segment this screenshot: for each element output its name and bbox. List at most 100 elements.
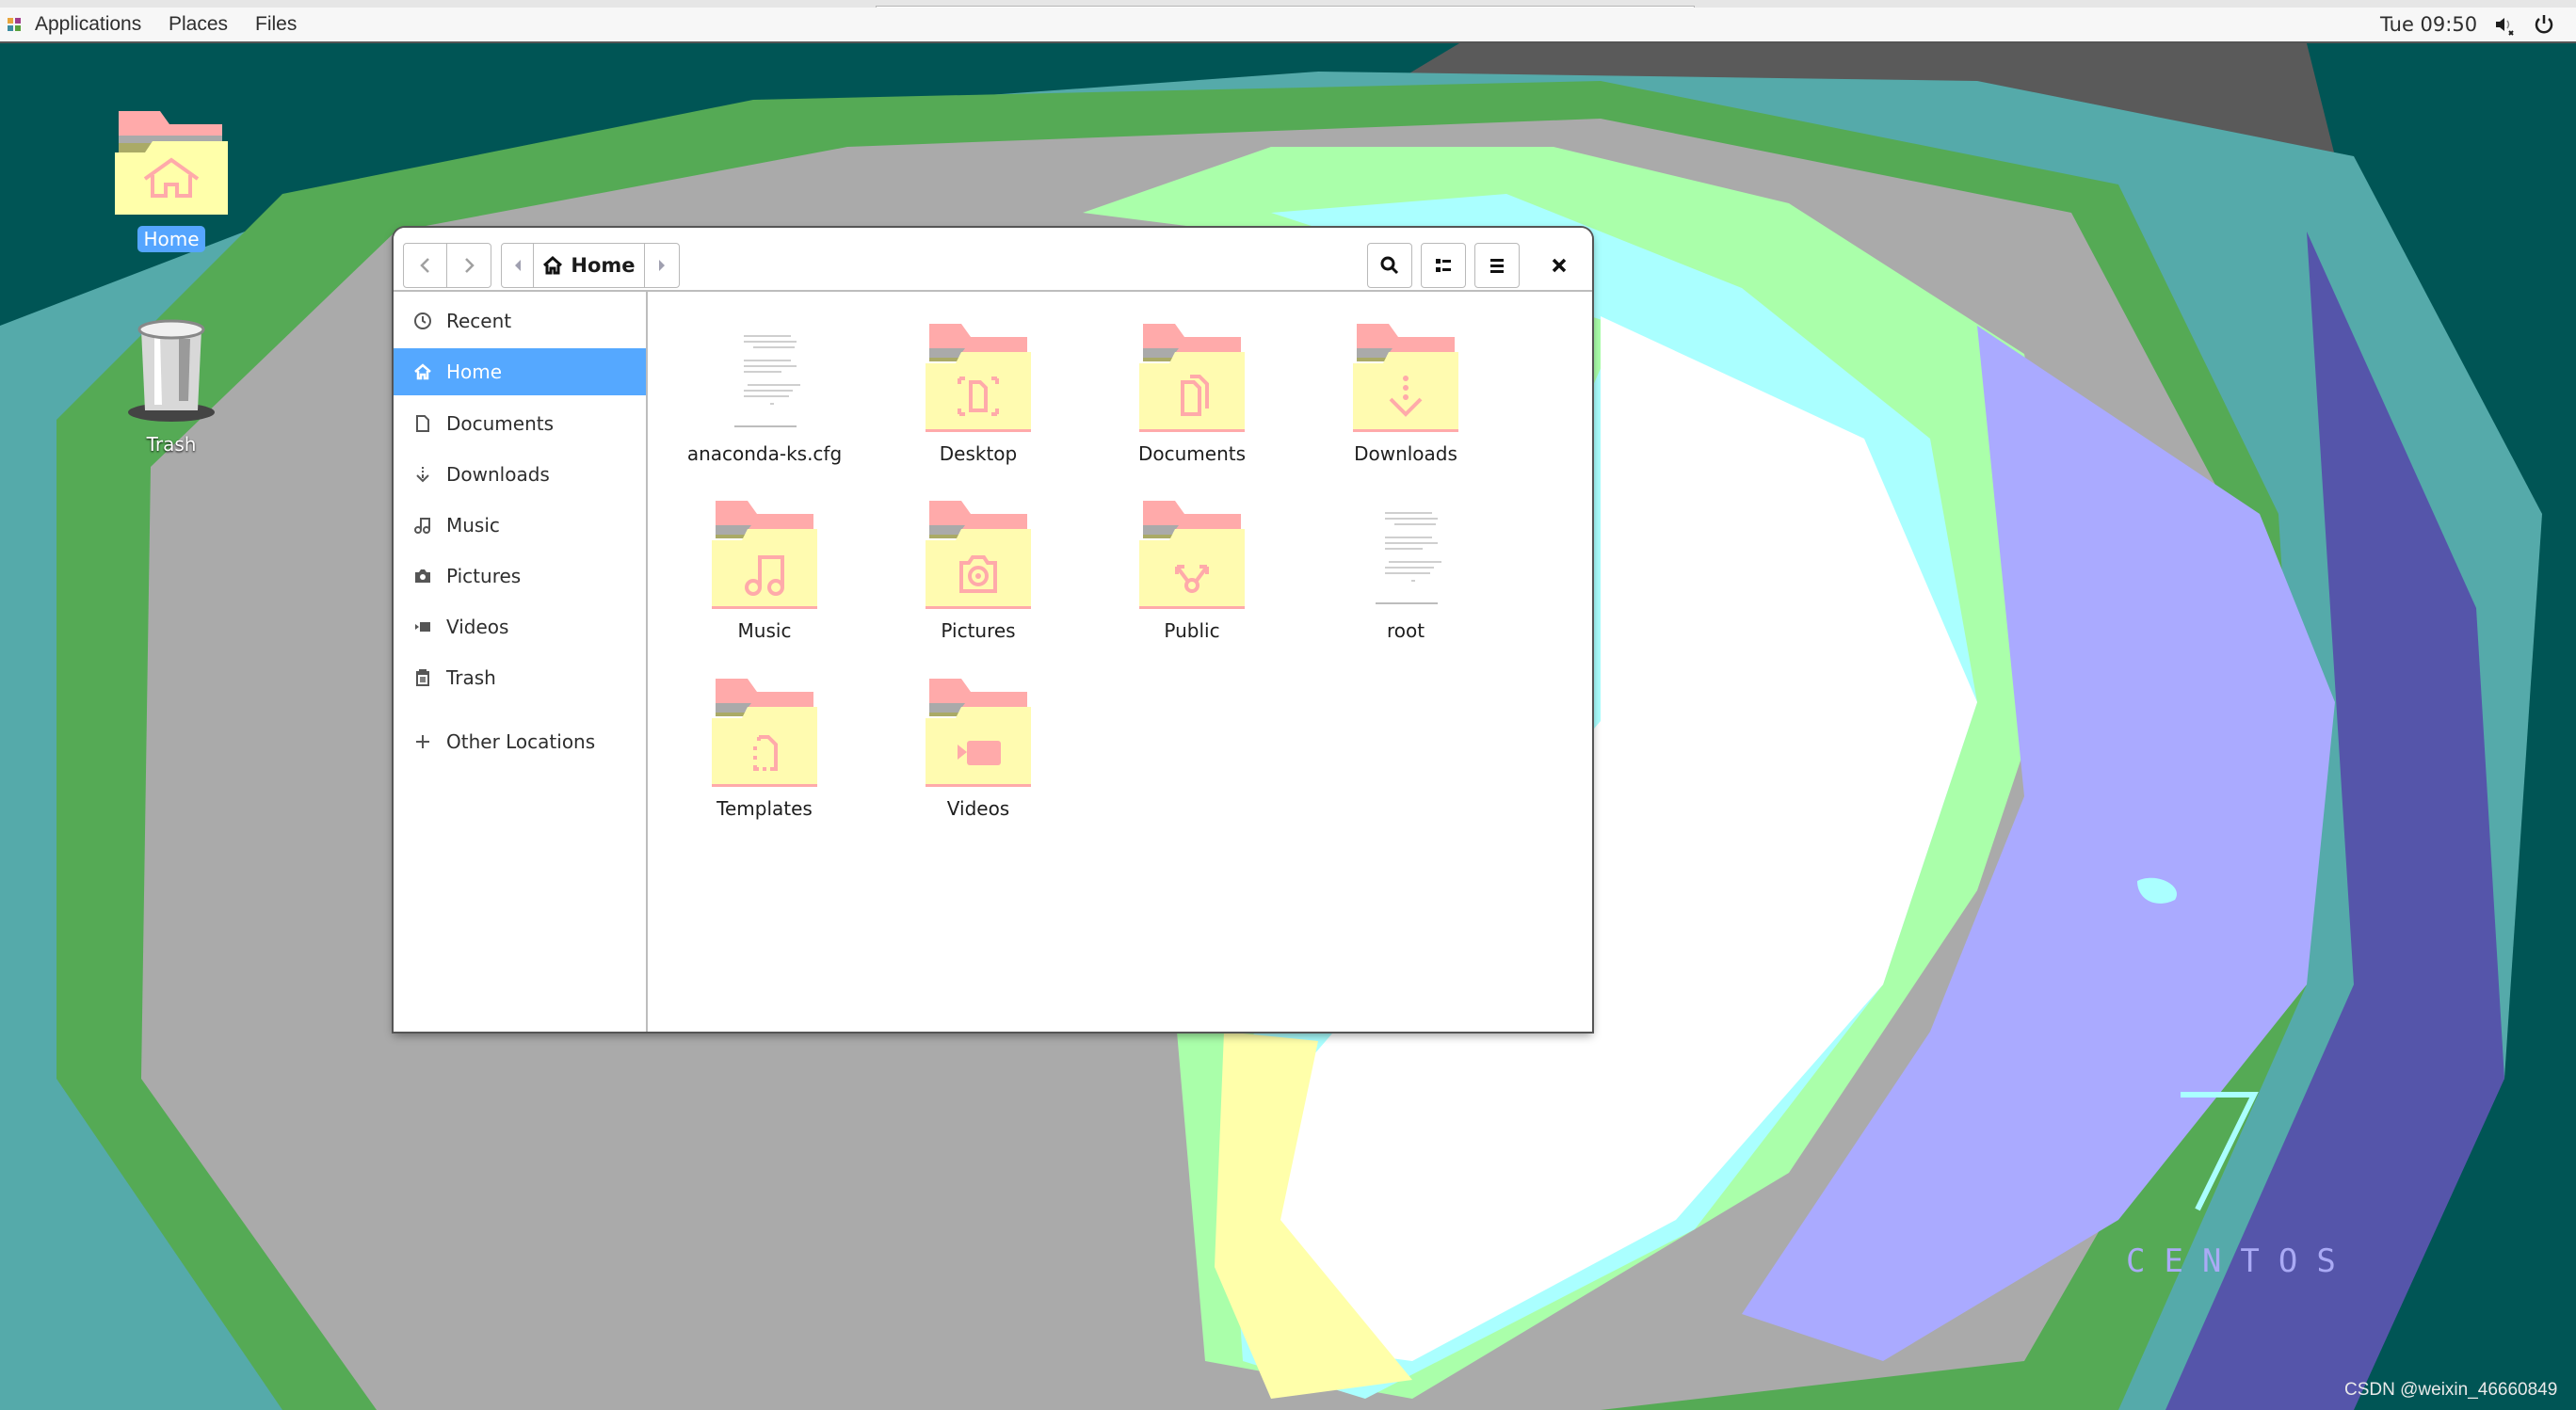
close-button[interactable] [1540, 247, 1578, 284]
desktop-icon-home[interactable]: Home [87, 105, 256, 252]
path-segment-home[interactable]: Home [534, 244, 645, 287]
file-name: anaconda-ks.cfg [686, 442, 843, 465]
sidebar-item-label: Documents [446, 412, 555, 435]
clock[interactable]: Tue 09:50 [2380, 8, 2477, 41]
power-icon[interactable] [2533, 13, 2555, 36]
sidebar-item-label: Downloads [446, 463, 550, 486]
desktop-icon-trash[interactable]: Trash [87, 311, 256, 457]
file-item-desktop[interactable]: Desktop [884, 320, 1072, 465]
header-bar: Home [394, 228, 1592, 292]
file-name: Downloads [1354, 442, 1457, 465]
documents-folder-icon [1139, 324, 1245, 432]
home-folder-icon [115, 111, 228, 215]
files-menu[interactable]: Files [255, 8, 297, 41]
chevron-right-icon [465, 258, 475, 273]
plus-icon [412, 731, 433, 752]
sidebar-item-music[interactable]: Music [394, 501, 646, 550]
sidebar-item-pictures[interactable]: Pictures [394, 552, 646, 601]
sidebar-item-recent[interactable]: Recent [394, 296, 646, 345]
file-name: Documents [1137, 442, 1247, 465]
sidebar-item-downloads[interactable]: Downloads [394, 450, 646, 499]
places-menu[interactable]: Places [169, 8, 228, 41]
trash-icon [412, 667, 433, 688]
public-folder-icon [1139, 501, 1245, 609]
chevron-left-icon [419, 258, 429, 273]
path-scroll-left-button[interactable] [502, 244, 534, 287]
camera-icon [412, 566, 433, 586]
file-name: Public [1164, 619, 1220, 642]
hamburger-menu-icon [1490, 259, 1504, 273]
videos-folder-icon [926, 679, 1031, 787]
top-panel: Applications Places Files Tue 09:50 [0, 8, 2576, 43]
file-item-public[interactable]: Public [1098, 497, 1286, 642]
video-icon [412, 617, 433, 637]
file-name: root [1386, 619, 1425, 642]
file-name: Music [737, 619, 792, 642]
downloads-folder-icon [1353, 324, 1458, 432]
file-view: anaconda-ks.cfg Desktop Documents Downlo… [650, 292, 1592, 1032]
download-icon [412, 464, 433, 485]
sidebar-item-label: Other Locations [446, 730, 596, 753]
document-icon [412, 413, 433, 434]
file-manager-window: Home Recent Home Documents Downloads Mus… [394, 228, 1592, 1032]
path-label: Home [571, 254, 636, 277]
file-item-music[interactable]: Music [670, 497, 859, 642]
trash-can-icon [128, 319, 215, 422]
sidebar-item-label: Trash [446, 666, 496, 689]
back-button[interactable] [404, 244, 447, 287]
watermark: CSDN @weixin_46660849 [2344, 1380, 2558, 1400]
triangle-right-icon [659, 260, 665, 271]
sidebar: Recent Home Documents Downloads Music Pi… [394, 292, 648, 1032]
music-note-icon [412, 515, 433, 536]
file-name: Pictures [941, 619, 1016, 642]
home-icon [543, 255, 563, 275]
main-menu-button[interactable] [1474, 243, 1520, 288]
desktop-icon-label: Trash [146, 433, 197, 456]
triangle-left-icon [514, 260, 521, 271]
sidebar-item-label: Recent [446, 310, 512, 332]
search-button[interactable] [1367, 243, 1412, 288]
applications-menu[interactable]: Applications [35, 8, 141, 41]
desktop-icon-label: Home [137, 226, 205, 252]
sidebar-item-label: Videos [446, 616, 509, 638]
clock-icon [412, 311, 433, 331]
file-name: Desktop [939, 442, 1018, 465]
sidebar-item-videos[interactable]: Videos [394, 602, 646, 651]
file-item-videos[interactable]: Videos [884, 675, 1072, 820]
templates-folder-icon [712, 679, 817, 787]
sidebar-item-home[interactable]: Home [394, 348, 646, 395]
applications-logo-icon [8, 18, 21, 31]
file-item-pictures[interactable]: Pictures [884, 497, 1072, 642]
list-view-icon [1436, 259, 1451, 272]
forward-button[interactable] [447, 244, 491, 287]
centos-7-logo [2181, 1092, 2259, 1211]
sidebar-item-documents[interactable]: Documents [394, 399, 646, 448]
path-bar: Home [501, 243, 680, 288]
path-scroll-right-button[interactable] [645, 244, 679, 287]
centos-wordmark: CENTOS [2126, 1242, 2355, 1280]
music-folder-icon [712, 501, 817, 609]
text-file-icon [1376, 512, 1441, 604]
file-item-downloads[interactable]: Downloads [1312, 320, 1500, 465]
file-item-root[interactable]: root [1312, 497, 1500, 642]
text-file-icon [734, 335, 800, 427]
sidebar-item-label: Home [446, 361, 503, 383]
volume-muted-icon[interactable] [2493, 13, 2516, 36]
file-item-documents[interactable]: Documents [1098, 320, 1286, 465]
top-strip [0, 0, 2576, 11]
history-nav [403, 243, 491, 288]
search-icon [1380, 256, 1399, 275]
file-item-anaconda-ks-cfg[interactable]: anaconda-ks.cfg [670, 320, 859, 465]
sidebar-item-label: Pictures [446, 565, 522, 587]
file-name: Videos [946, 797, 1010, 820]
file-name: Templates [716, 797, 813, 820]
file-item-templates[interactable]: Templates [670, 675, 859, 820]
view-toggle-button[interactable] [1421, 243, 1466, 288]
home-icon [412, 361, 433, 382]
sidebar-item-label: Music [446, 514, 500, 537]
close-icon [1552, 258, 1567, 273]
sidebar-item-trash[interactable]: Trash [394, 653, 646, 702]
sidebar-item-other-locations[interactable]: Other Locations [394, 717, 646, 766]
pictures-folder-icon [926, 501, 1031, 609]
desktop-folder-icon [926, 324, 1031, 432]
